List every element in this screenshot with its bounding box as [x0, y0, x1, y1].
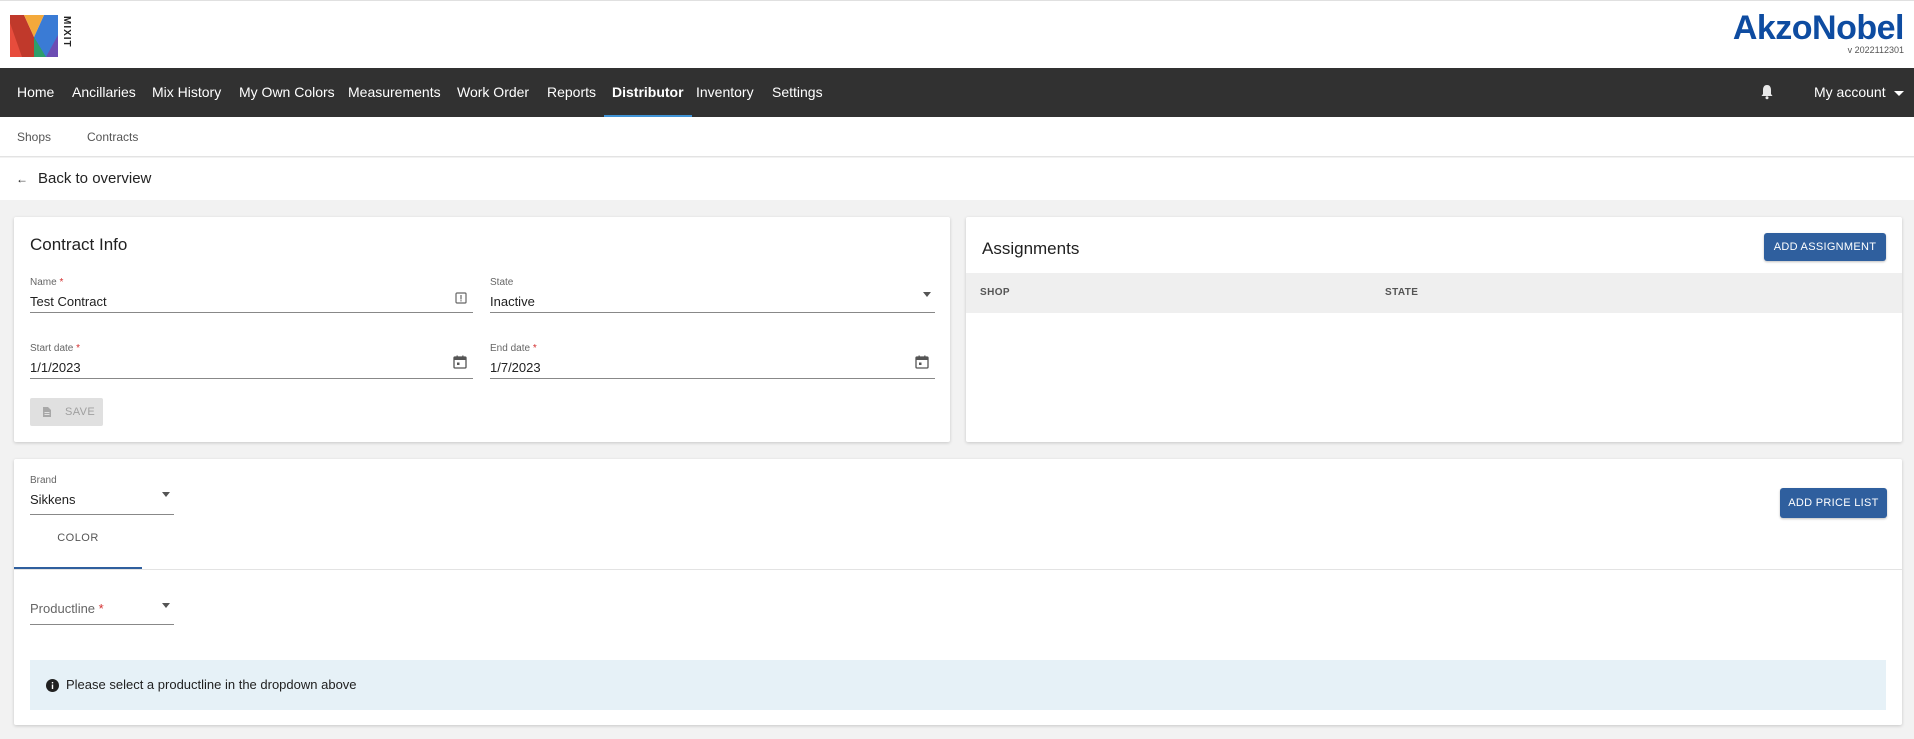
- end-date-value[interactable]: 1/7/2023: [490, 360, 541, 375]
- end-date-field[interactable]: End date * 1/7/2023: [490, 343, 935, 379]
- nav-home[interactable]: Home: [17, 68, 54, 117]
- start-date-value[interactable]: 1/1/2023: [30, 360, 81, 375]
- add-assignment-button[interactable]: ADD ASSIGNMENT: [1764, 233, 1886, 261]
- back-to-overview-link[interactable]: ← Back to overview: [16, 158, 151, 200]
- file-icon: [43, 407, 51, 417]
- add-price-list-button[interactable]: ADD PRICE LIST: [1780, 488, 1887, 518]
- tab-color[interactable]: COLOR: [14, 523, 142, 553]
- productline-label: Productline *: [30, 601, 104, 616]
- end-date-label: End date *: [490, 343, 537, 354]
- state-select[interactable]: State Inactive: [490, 277, 935, 313]
- state-field-value: Inactive: [490, 294, 535, 309]
- calendar-icon[interactable]: [915, 355, 929, 374]
- column-header-state[interactable]: STATE: [1385, 273, 1418, 313]
- brand-field-value: Sikkens: [30, 492, 76, 507]
- back-bar: ← Back to overview: [0, 158, 1914, 200]
- sub-nav: Shops Contracts: [0, 117, 1914, 157]
- brand-name: AkzoNobel: [1732, 9, 1905, 47]
- mixit-logo[interactable]: MIXIT: [10, 15, 78, 57]
- info-message-box: Please select a productline in the dropd…: [30, 660, 1886, 710]
- brand-select[interactable]: Brand Sikkens: [30, 475, 174, 515]
- text-field-icon: [455, 291, 467, 309]
- assignments-card: Assignments ADD ASSIGNMENT SHOP STATE: [966, 217, 1902, 442]
- arrow-left-icon: ←: [16, 172, 28, 186]
- info-icon: [46, 679, 59, 692]
- save-button[interactable]: SAVE: [30, 398, 103, 426]
- assignments-title: Assignments: [982, 239, 1080, 258]
- contract-info-title: Contract Info: [30, 235, 128, 254]
- nav-inventory[interactable]: Inventory: [696, 68, 754, 117]
- info-message-text: Please select a productline in the dropd…: [66, 677, 357, 692]
- assignments-table-header: SHOP STATE: [966, 273, 1902, 313]
- calendar-icon[interactable]: [453, 355, 467, 374]
- my-account-menu[interactable]: My account: [1814, 68, 1904, 117]
- chevron-down-icon: [162, 603, 170, 608]
- subnav-contracts[interactable]: Contracts: [87, 117, 138, 157]
- nav-settings[interactable]: Settings: [772, 68, 823, 117]
- state-field-label: State: [490, 277, 514, 288]
- nav-distributor[interactable]: Distributor: [604, 68, 692, 117]
- save-label: SAVE: [65, 406, 96, 418]
- contract-info-card: Contract Info Name * Test Contract State…: [14, 217, 950, 442]
- start-date-label: Start date *: [30, 343, 81, 354]
- chevron-down-icon: [1893, 90, 1904, 96]
- name-field-value[interactable]: Test Contract: [30, 294, 107, 309]
- nav-mix-history[interactable]: Mix History: [152, 68, 221, 117]
- nav-work-order[interactable]: Work Order: [457, 68, 529, 117]
- productline-select[interactable]: Productline *: [30, 595, 174, 625]
- notifications-bell-icon[interactable]: [1760, 84, 1774, 100]
- my-account-label: My account: [1814, 84, 1886, 100]
- nav-reports[interactable]: Reports: [547, 68, 596, 117]
- akzonobel-logo: AkzoNobel v 2022112301: [1732, 9, 1905, 55]
- chevron-down-icon: [162, 492, 170, 497]
- back-label: Back to overview: [38, 170, 152, 187]
- nav-my-own-colors[interactable]: My Own Colors: [239, 68, 335, 117]
- name-field-label: Name *: [30, 277, 64, 288]
- start-date-field[interactable]: Start date * 1/1/2023: [30, 343, 473, 379]
- nav-ancillaries[interactable]: Ancillaries: [72, 68, 136, 117]
- subnav-shops[interactable]: Shops: [17, 117, 51, 157]
- name-field[interactable]: Name * Test Contract: [30, 277, 473, 313]
- column-header-shop[interactable]: SHOP: [980, 273, 1010, 313]
- price-list-card: Brand Sikkens ADD PRICE LIST COLOR Produ…: [14, 459, 1902, 725]
- main-nav: Home Ancillaries Mix History My Own Colo…: [0, 68, 1914, 117]
- app-header: MIXIT AkzoNobel v 2022112301: [0, 0, 1914, 68]
- nav-measurements[interactable]: Measurements: [348, 68, 441, 117]
- chevron-down-icon: [923, 292, 931, 297]
- mixit-logo-text: MIXIT: [61, 16, 72, 48]
- brand-field-label: Brand: [30, 475, 57, 486]
